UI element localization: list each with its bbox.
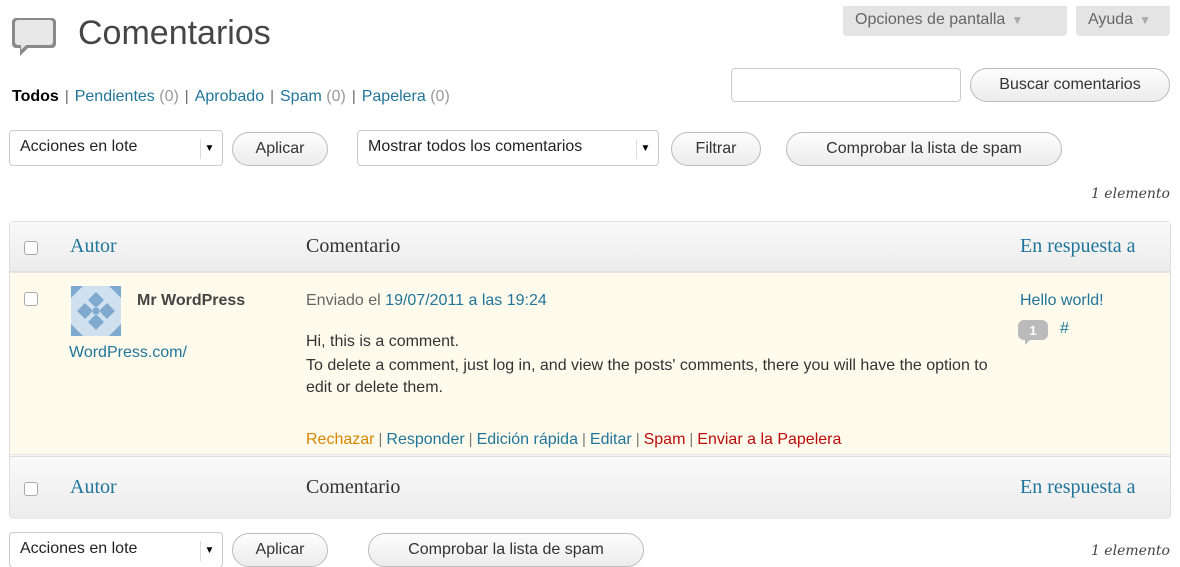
- apply-button-bottom[interactable]: Aplicar: [232, 533, 328, 567]
- page-title: Comentarios: [78, 14, 271, 52]
- apply-button[interactable]: Aplicar: [232, 132, 328, 166]
- help-button[interactable]: Ayuda ▼: [1076, 6, 1170, 36]
- table-footer: Autor Comentario En respuesta a: [10, 456, 1170, 519]
- table-header: Autor Comentario En respuesta a: [10, 222, 1170, 272]
- author-name: Mr WordPress: [137, 292, 246, 309]
- avatar: [71, 286, 121, 336]
- column-in-response-to[interactable]: En respuesta a: [1020, 235, 1136, 258]
- table-row: Mr WordPress WordPress.com/ Enviado el 1…: [10, 272, 1170, 455]
- submitted-on: Enviado el 19/07/2011 a las 19:24: [306, 292, 547, 310]
- row-checkbox[interactable]: [24, 292, 38, 306]
- column-in-response-to[interactable]: En respuesta a: [1020, 476, 1136, 499]
- bulk-actions-select[interactable]: Acciones en lote ▼: [9, 130, 223, 166]
- separator: |: [635, 431, 640, 448]
- trash-link[interactable]: Enviar a la Papelera: [697, 431, 841, 448]
- comment-type-select[interactable]: Mostrar todos los comentarios ▼: [357, 130, 659, 166]
- column-comment: Comentario: [306, 476, 401, 498]
- check-spam-button[interactable]: Comprobar la lista de spam: [786, 132, 1062, 166]
- spam-link[interactable]: Spam: [644, 431, 686, 448]
- comment-text-line: To delete a comment, just log in, and vi…: [306, 357, 988, 396]
- submitted-prefix: Enviado el: [306, 292, 381, 309]
- separator: |: [689, 431, 694, 448]
- status-filter-links: Todos | Pendientes (0) | Aprobado | Spam (0) | P…: [12, 88, 450, 106]
- separator: |: [270, 88, 274, 105]
- response-post-link[interactable]: Hello world!: [1020, 292, 1104, 310]
- edit-link[interactable]: Editar: [590, 431, 632, 448]
- item-count: 1 elemento: [1090, 186, 1170, 202]
- search-input[interactable]: [731, 68, 961, 102]
- row-actions: Rechazar | Responder | Edición rápida | Editar…: [306, 431, 841, 449]
- filter-all[interactable]: Todos: [12, 88, 59, 105]
- comment-body: Hi, this is a comment. To delete a comme…: [306, 331, 1006, 399]
- column-author[interactable]: Autor: [70, 476, 117, 499]
- submitted-date-link[interactable]: 19/07/2011 a las 19:24: [385, 292, 547, 309]
- filter-button[interactable]: Filtrar: [671, 132, 761, 166]
- select-all-checkbox[interactable]: [24, 482, 38, 496]
- separator: |: [581, 431, 586, 448]
- bulk-actions-value: Acciones en lote: [20, 138, 138, 155]
- comment-count: 1: [1029, 323, 1036, 338]
- unapprove-link[interactable]: Rechazar: [306, 431, 374, 448]
- spam-count: (0): [326, 88, 346, 105]
- filter-pending[interactable]: Pendientes: [75, 88, 155, 105]
- comments-icon: [12, 18, 56, 56]
- chevron-down-icon: ▼: [1139, 13, 1151, 27]
- separator: |: [351, 88, 356, 105]
- permalink-link[interactable]: #: [1060, 320, 1069, 338]
- screen-options-button[interactable]: Opciones de pantalla ▼: [843, 6, 1067, 36]
- screen-options-label: Opciones de pantalla: [855, 11, 1006, 28]
- author-url-link[interactable]: WordPress.com/: [69, 344, 187, 362]
- comments-table: Autor Comentario En respuesta a Mr WordP…: [9, 221, 1171, 519]
- pending-count: (0): [159, 88, 179, 105]
- separator: |: [64, 88, 69, 105]
- column-comment: Comentario: [306, 235, 401, 257]
- help-label: Ayuda: [1088, 11, 1134, 28]
- select-all-checkbox[interactable]: [24, 241, 38, 255]
- bulk-actions-select-bottom[interactable]: Acciones en lote ▼: [9, 532, 223, 567]
- reply-link[interactable]: Responder: [386, 431, 464, 448]
- chevron-down-icon: ▼: [200, 139, 218, 159]
- separator: |: [378, 431, 383, 448]
- filter-approved[interactable]: Aprobado: [195, 88, 264, 105]
- bulk-actions-value: Acciones en lote: [20, 540, 138, 557]
- separator: |: [184, 88, 189, 105]
- chevron-down-icon: ▼: [636, 139, 654, 159]
- quick-edit-link[interactable]: Edición rápida: [477, 431, 578, 448]
- check-spam-button-bottom[interactable]: Comprobar la lista de spam: [368, 533, 644, 567]
- column-author[interactable]: Autor: [70, 235, 117, 258]
- trash-count: (0): [430, 88, 450, 105]
- comment-type-value: Mostrar todos los comentarios: [368, 138, 583, 155]
- item-count-bottom: 1 elemento: [1090, 543, 1170, 559]
- separator: |: [468, 431, 473, 448]
- search-comments-button[interactable]: Buscar comentarios: [970, 68, 1170, 102]
- filter-trash[interactable]: Papelera: [362, 88, 426, 105]
- filter-spam[interactable]: Spam: [280, 88, 322, 105]
- chevron-down-icon: ▼: [1011, 13, 1024, 27]
- chevron-down-icon: ▼: [200, 541, 218, 561]
- comment-text-line: Hi, this is a comment.: [306, 333, 459, 350]
- comment-count-bubble-icon[interactable]: 1: [1017, 319, 1053, 345]
